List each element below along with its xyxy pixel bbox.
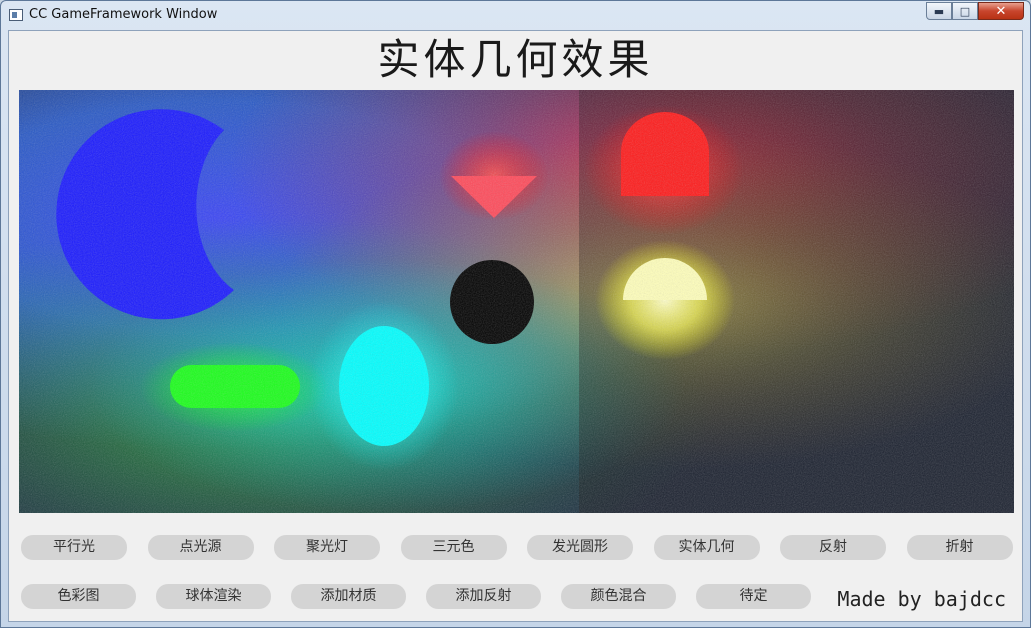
toolbar-row1-button-7[interactable]: 折射 [906, 535, 1013, 560]
toolbar-row2-button-4[interactable]: 颜色混合 [561, 584, 676, 609]
render-image [19, 90, 1014, 513]
close-button[interactable]: ✕ [978, 2, 1024, 20]
toolbar-row2-button-5[interactable]: 待定 [696, 584, 811, 609]
toolbar-row2-button-3[interactable]: 添加反射 [426, 584, 541, 609]
maximize-icon: □ [959, 4, 971, 18]
toolbar-row1-button-0[interactable]: 平行光 [21, 535, 127, 560]
toolbar-row2-button-0[interactable]: 色彩图 [21, 584, 136, 609]
credit-text: Made by bajdcc [837, 587, 1006, 611]
window-title: CC GameFramework Window [29, 7, 218, 22]
close-icon: ✕ [995, 3, 1007, 19]
toolbar-row1-button-6[interactable]: 反射 [780, 535, 886, 560]
render-canvas [19, 90, 1014, 513]
app-window: CC GameFramework Window ▬ □ ✕ 实体几何效果 平行光… [0, 0, 1031, 628]
client-area: 实体几何效果 平行光 点光源 聚光灯 三元色 发光圆形 实体几何 反射 折射 色… [8, 30, 1023, 622]
title-bar[interactable]: CC GameFramework Window ▬ □ ✕ [1, 1, 1030, 29]
toolbar-row1-button-2[interactable]: 聚光灯 [274, 535, 380, 560]
toolbar-row1-button-4[interactable]: 发光圆形 [527, 535, 633, 560]
minimize-icon: ▬ [933, 4, 945, 18]
minimize-button[interactable]: ▬ [926, 2, 952, 20]
toolbar-row1-button-3[interactable]: 三元色 [400, 535, 507, 560]
toolbar-row1-button-5[interactable]: 实体几何 [653, 535, 760, 560]
app-window-icon [9, 9, 23, 21]
window-controls: ▬ □ ✕ [926, 2, 1024, 21]
page-title: 实体几何效果 [377, 35, 654, 84]
maximize-button[interactable]: □ [952, 2, 978, 20]
toolbar-row2-button-2[interactable]: 添加材质 [291, 584, 406, 609]
toolbar-row1-button-1[interactable]: 点光源 [147, 535, 254, 560]
toolbar-row2-button-1[interactable]: 球体渲染 [156, 584, 271, 609]
